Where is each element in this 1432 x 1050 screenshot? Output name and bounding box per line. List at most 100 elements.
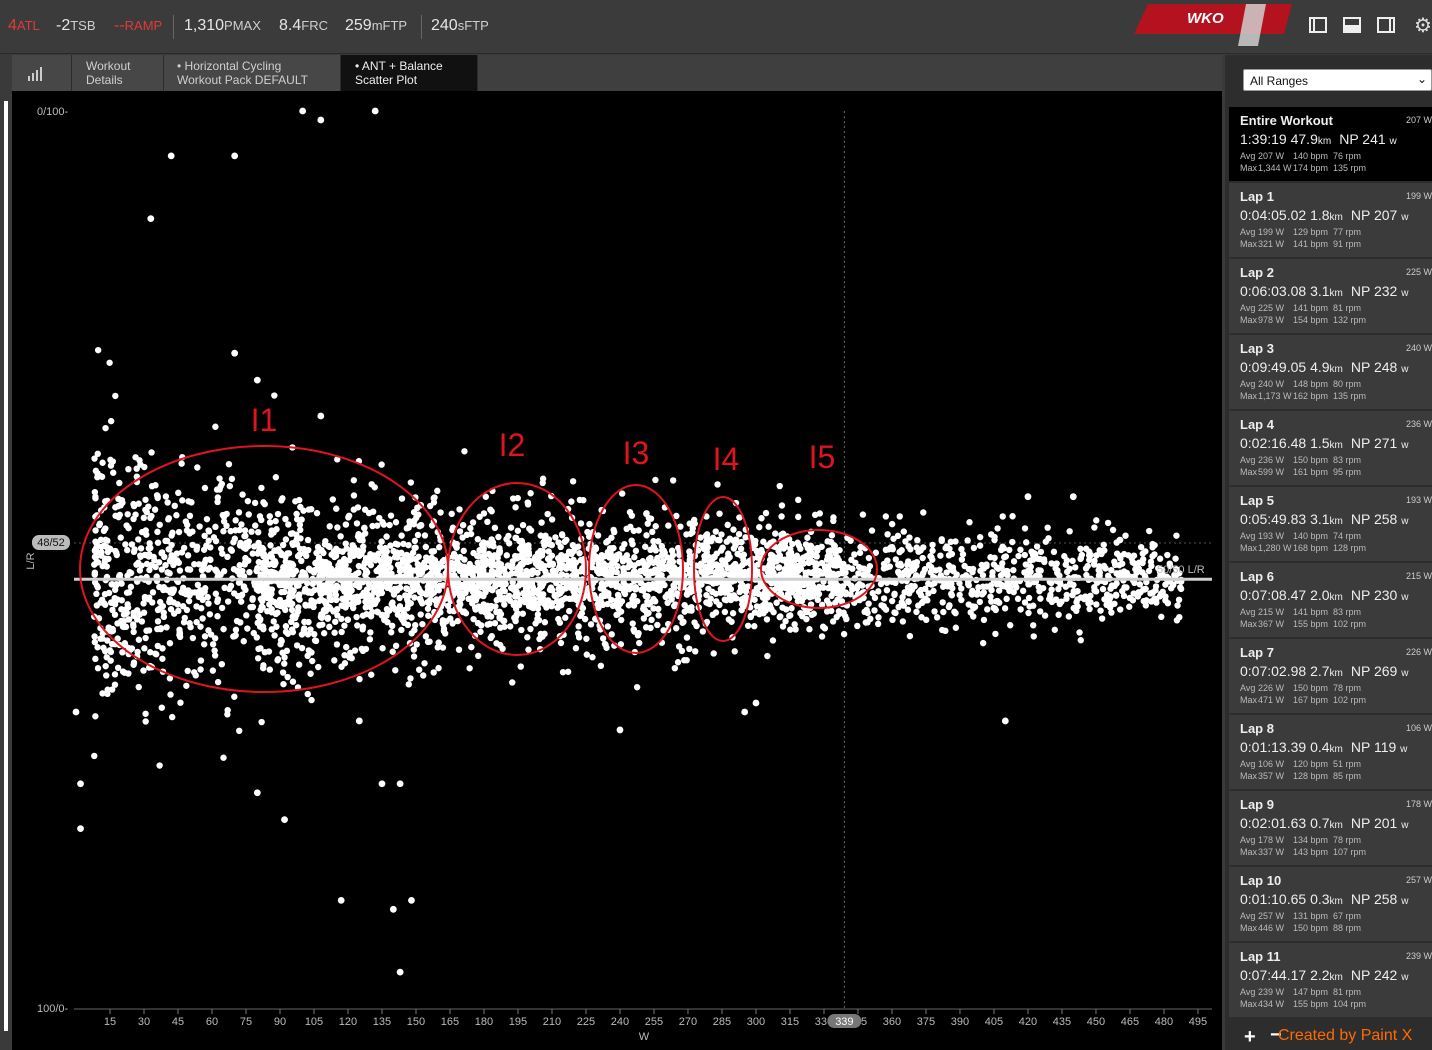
x-tick-label: 60 [206,1016,218,1028]
max-label: Max [1240,543,1258,553]
data-point [787,570,795,577]
data-point [206,564,214,571]
data-point [272,517,279,525]
data-point [557,543,564,551]
data-point [310,569,318,576]
max-cadence: 107 rpm [1333,847,1367,857]
mftp-metric[interactable]: 259mFTP [345,17,407,35]
data-point [519,521,527,529]
data-point [100,644,107,652]
data-point [1046,595,1053,603]
pmax-unit: PMAX [224,18,261,33]
data-point [1069,493,1077,501]
ramp-metric[interactable]: --RAMP [114,17,162,35]
data-point [159,645,166,652]
data-point [913,608,920,616]
tab-horizontal-cycling[interactable]: • Horizontal Cycling Workout Pack DEFAULT [164,55,341,91]
data-point [149,589,157,596]
data-point [257,606,264,614]
data-point [1003,595,1010,603]
data-point [450,581,458,588]
data-point [338,628,345,636]
data-point [615,551,623,558]
data-point [913,544,920,551]
data-point [1065,613,1073,620]
lap-card[interactable]: Lap 4 236 W 0:02:16.48 1.5km NP 271 w Avg 236… [1229,411,1432,485]
lap-card[interactable]: Lap 3 240 W 0:09:49.05 4.9km NP 248 w Avg 240… [1229,335,1432,409]
max-power: 434 W [1258,999,1285,1009]
range-select[interactable]: All Ranges ⌄ [1243,69,1432,91]
tab-ant-balance-scatter[interactable]: • ANT + Balance Scatter Plot [341,55,478,91]
frc-unit: FRC [301,18,328,33]
data-point [613,568,620,576]
x-tick-label: 375 [917,1016,935,1028]
pmax-metric[interactable]: 1,310PMAX [184,17,261,35]
data-point [103,563,110,570]
data-point [93,582,101,589]
data-point [152,482,159,489]
data-point [1122,532,1129,539]
data-point [709,611,716,619]
data-point [882,513,890,520]
layout-left-panel-icon[interactable] [1309,17,1327,33]
tab-charts[interactable] [12,55,72,91]
data-point [154,494,161,502]
data-point [899,618,907,625]
data-point [718,557,726,564]
layout-right-panel-icon[interactable] [1377,17,1395,33]
data-point [378,566,385,573]
lap-card[interactable]: Lap 6 215 W 0:07:08.47 2.0km NP 230 w Avg 215… [1229,563,1432,637]
data-point [334,524,341,531]
left-resize-strip[interactable] [0,91,12,1050]
max-label: Max [1240,391,1258,401]
data-point [219,511,227,519]
lap-card[interactable]: Lap 2 225 W 0:06:03.08 3.1km NP 232 w Avg 225… [1229,259,1432,333]
data-point [991,536,998,544]
add-range-button[interactable]: + [1244,1026,1256,1049]
data-point [387,512,395,519]
data-point [180,544,188,552]
gear-icon[interactable]: ⚙ [1414,13,1432,38]
data-point [853,585,861,592]
lap-card-entire-workout[interactable]: Entire Workout 207 W 1:39:19 47.9km NP 241 … [1229,107,1432,181]
data-point [104,686,111,693]
max-cadence: 132 rpm [1333,315,1367,325]
frc-metric[interactable]: 8.4FRC [279,17,328,35]
atl-metric[interactable]: 4ATL [8,17,40,35]
data-point [979,572,987,579]
data-point [383,605,391,613]
data-point [455,646,463,653]
lap-card[interactable]: Lap 8 106 W 0:01:13.39 0.4km NP 119 w Avg 106… [1229,715,1432,789]
avg-cadence: 80 rpm [1333,379,1362,389]
sftp-metric[interactable]: 240sFTP [431,17,489,35]
data-point [929,541,936,549]
atl-value: 4 [8,17,17,34]
tab-workout-details[interactable]: Workout Details [72,55,164,91]
lap-card[interactable]: Lap 9 178 W 0:02:01.63 0.7km NP 201 w Avg 178… [1229,791,1432,865]
data-point [133,465,140,472]
data-point [320,630,328,637]
lap-card[interactable]: Lap 10 257 W 0:01:10.65 0.3km NP 258 w Avg 25… [1229,867,1432,941]
data-point [92,538,99,545]
data-point [175,489,182,497]
max-label: Max [1240,239,1258,249]
data-point [707,537,715,545]
balance-scatter-chart[interactable]: 50/50 L/R 15 30 45 60 75 90 105 120 135 150 165 180… [12,91,1222,1050]
data-point [564,583,571,591]
lap-card[interactable]: Lap 7 226 W 0:07:02.98 2.7km NP 269 w Avg 226… [1229,639,1432,713]
lap-card[interactable]: Lap 11 239 W 0:07:44.17 2.2km NP 242 w Avg 23… [1229,943,1432,1017]
data-point [970,613,977,620]
lap-card[interactable]: Lap 1 199 W 0:04:05.02 1.8km NP 207 w Avg 199… [1229,183,1432,257]
annotation-label: I4 [713,441,740,477]
data-point [776,482,783,490]
data-point [201,633,209,640]
data-point [731,648,738,655]
data-point [768,560,776,568]
layout-bottom-panel-icon[interactable] [1343,17,1361,33]
lap-distance: 47.9 [1290,131,1318,147]
data-point [656,587,663,594]
tsb-metric[interactable]: -2TSB [56,17,96,35]
data-point [231,693,238,700]
data-point [862,619,870,626]
lap-card[interactable]: Lap 5 193 W 0:05:49.83 3.1km NP 258 w Avg 193… [1229,487,1432,561]
